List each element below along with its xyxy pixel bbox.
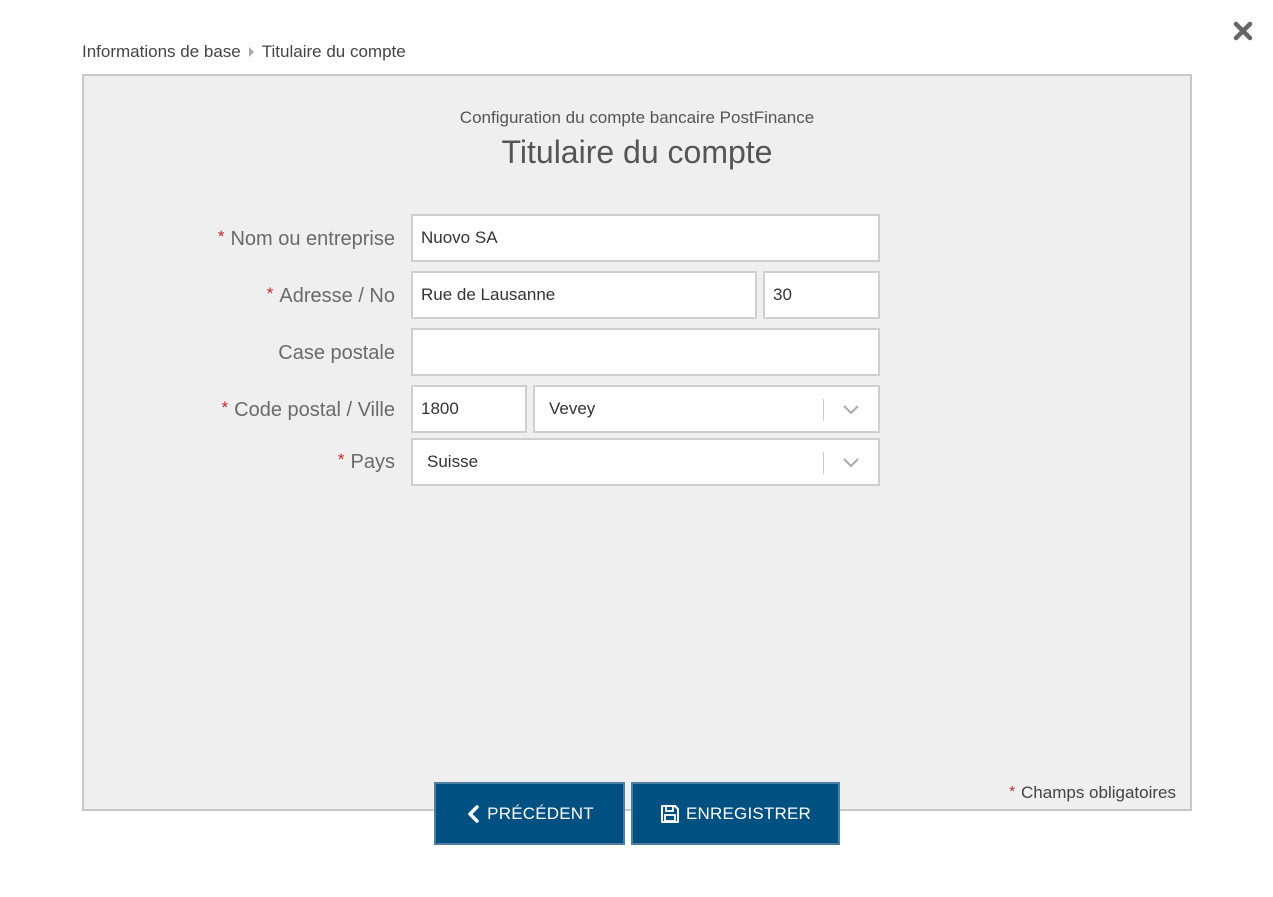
required-marker: *	[221, 398, 229, 417]
chevron-left-icon	[468, 804, 479, 823]
required-marker: *	[1009, 783, 1016, 800]
pobox-input[interactable]	[411, 328, 880, 376]
breadcrumb-item-account-holder: Titulaire du compte	[261, 42, 406, 61]
postal-code-input[interactable]: 1800	[411, 385, 527, 433]
pobox-label: Case postale	[278, 342, 395, 364]
address-label: * Adresse / No	[266, 284, 395, 307]
name-input[interactable]: Nuovo SA	[411, 214, 880, 262]
select-divider	[823, 452, 824, 474]
name-label: * Nom ou entreprise	[217, 227, 395, 250]
house-number-input[interactable]: 30	[763, 271, 880, 319]
chevron-down-icon	[843, 405, 859, 415]
close-icon[interactable]	[1232, 20, 1254, 42]
required-marker: *	[217, 227, 225, 246]
city-select[interactable]: Vevey	[533, 385, 880, 433]
form-panel: Configuration du compte bancaire PostFin…	[82, 74, 1192, 811]
page-subtitle: Configuration du compte bancaire PostFin…	[459, 108, 815, 127]
required-marker: *	[337, 450, 345, 469]
breadcrumb-separator-icon	[248, 47, 254, 57]
country-label: * Pays	[337, 450, 395, 473]
previous-button-label: PRÉCÉDENT	[487, 803, 594, 823]
postal-label: * Code postal / Ville	[221, 398, 395, 421]
country-select[interactable]: Suisse	[411, 438, 880, 486]
select-divider	[823, 399, 824, 421]
breadcrumb-item-basic-info[interactable]: Informations de base	[82, 42, 241, 62]
required-marker: *	[266, 284, 274, 303]
previous-button[interactable]: PRÉCÉDENT	[434, 782, 625, 845]
floppy-disk-icon	[661, 804, 679, 823]
save-button-label: ENREGISTRER	[686, 803, 811, 823]
breadcrumb: Informations de base Titulaire du compte	[82, 42, 406, 62]
save-button[interactable]: ENREGISTRER	[631, 782, 840, 845]
required-fields-note: * Champs obligatoires	[1009, 783, 1176, 802]
page-title: Titulaire du compte	[501, 134, 773, 170]
street-input[interactable]: Rue de Lausanne	[411, 271, 757, 319]
chevron-down-icon	[843, 458, 859, 468]
